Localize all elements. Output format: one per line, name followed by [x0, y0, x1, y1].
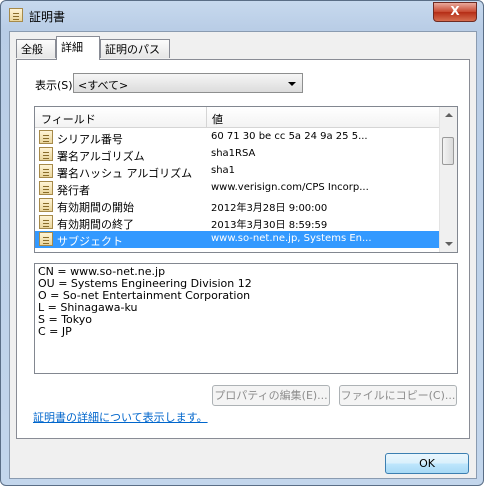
field-value: 2012年3月28日 9:00:00	[211, 203, 328, 214]
column-header-value[interactable]: 値	[212, 111, 223, 127]
field-doc-icon	[39, 198, 53, 212]
field-name: シリアル番号	[57, 133, 123, 146]
field-name: 署名アルゴリズム	[57, 150, 145, 163]
tab-certification-path[interactable]: 証明のパス	[100, 39, 170, 58]
field-doc-icon	[39, 164, 53, 178]
show-label: 表示(S):	[35, 79, 77, 92]
field-doc-icon	[39, 181, 53, 195]
field-detail-text[interactable]: CN = www.so-net.ne.jp OU = Systems Engin…	[34, 263, 458, 374]
field-name: 署名ハッシュ アルゴリズム	[57, 167, 193, 180]
list-header: フィールド 値	[35, 107, 441, 128]
list-item[interactable]: 有効期間の開始 2012年3月28日 9:00:00	[35, 197, 441, 214]
vertical-scrollbar[interactable]	[439, 107, 457, 252]
field-value: 2013年3月30日 8:59:59	[211, 220, 328, 231]
list-item[interactable]: シリアル番号 60 71 30 be cc 5a 24 9a 25 5...	[35, 129, 441, 146]
field-value: sha1RSA	[211, 148, 256, 159]
column-divider[interactable]	[206, 107, 207, 127]
list-item-selected[interactable]: サブジェクト www.so-net.ne.jp, Systems En...	[35, 231, 441, 248]
tab-general[interactable]: 全般	[16, 39, 56, 58]
list-item[interactable]: 有効期間の終了 2013年3月30日 8:59:59	[35, 214, 441, 231]
list-item[interactable]: 発行者 www.verisign.com/CPS Incorp...	[35, 180, 441, 197]
field-value: www.so-net.ne.jp, Systems En...	[211, 233, 372, 244]
chevron-down-icon	[288, 82, 296, 86]
field-name: サブジェクト	[57, 235, 123, 248]
arrow-up-icon	[445, 113, 453, 117]
field-doc-icon	[39, 215, 53, 229]
field-value: www.verisign.com/CPS Incorp...	[211, 182, 369, 193]
field-name: 有効期間の開始	[57, 201, 134, 214]
window-title: 証明書	[29, 10, 66, 24]
field-doc-icon	[39, 147, 53, 161]
scroll-up-button[interactable]	[440, 107, 457, 124]
show-dropdown[interactable]: <すべて>	[73, 73, 303, 93]
close-button[interactable]: X	[433, 2, 477, 22]
detail-line: C = JP	[38, 325, 72, 338]
field-name: 発行者	[57, 184, 90, 197]
certificate-details-link[interactable]: 証明書の詳細について表示します。	[33, 409, 208, 425]
list-item[interactable]: 署名アルゴリズム sha1RSA	[35, 146, 441, 163]
scroll-down-button[interactable]	[440, 235, 457, 252]
ok-button[interactable]: OK	[385, 453, 469, 474]
show-dropdown-value: <すべて>	[78, 79, 129, 92]
field-value: 60 71 30 be cc 5a 24 9a 25 5...	[211, 131, 368, 142]
certificate-window: 証明書 X 全般 詳細 証明のパス 表示(S): <すべて> フィールド 値 シ…	[0, 0, 484, 486]
field-name: 有効期間の終了	[57, 218, 134, 231]
details-panel: 表示(S): <すべて> フィールド 値 シリアル番号 60 71 30 be …	[16, 59, 470, 439]
title-bar[interactable]: 証明書 X	[1, 1, 483, 29]
field-doc-icon	[39, 130, 53, 144]
tab-details[interactable]: 詳細	[56, 36, 100, 60]
detail-line: S = Tokyo	[38, 313, 92, 326]
certificate-icon	[9, 8, 23, 22]
detail-line: L = Shinagawa-ku	[38, 301, 138, 314]
arrow-down-icon	[445, 242, 453, 246]
list-item[interactable]: 署名ハッシュ アルゴリズム sha1	[35, 163, 441, 180]
field-list[interactable]: フィールド 値 シリアル番号 60 71 30 be cc 5a 24 9a 2…	[34, 106, 458, 253]
copy-to-file-button[interactable]: ファイルにコピー(C)...	[339, 385, 457, 406]
edit-properties-button[interactable]: プロパティの編集(E)...	[212, 385, 330, 406]
dialog-body: 全般 詳細 証明のパス 表示(S): <すべて> フィールド 値 シリアル番号 …	[9, 31, 477, 479]
field-doc-icon	[39, 232, 53, 246]
scroll-thumb[interactable]	[442, 137, 454, 165]
column-header-field[interactable]: フィールド	[41, 111, 96, 127]
field-value: sha1	[211, 165, 236, 176]
